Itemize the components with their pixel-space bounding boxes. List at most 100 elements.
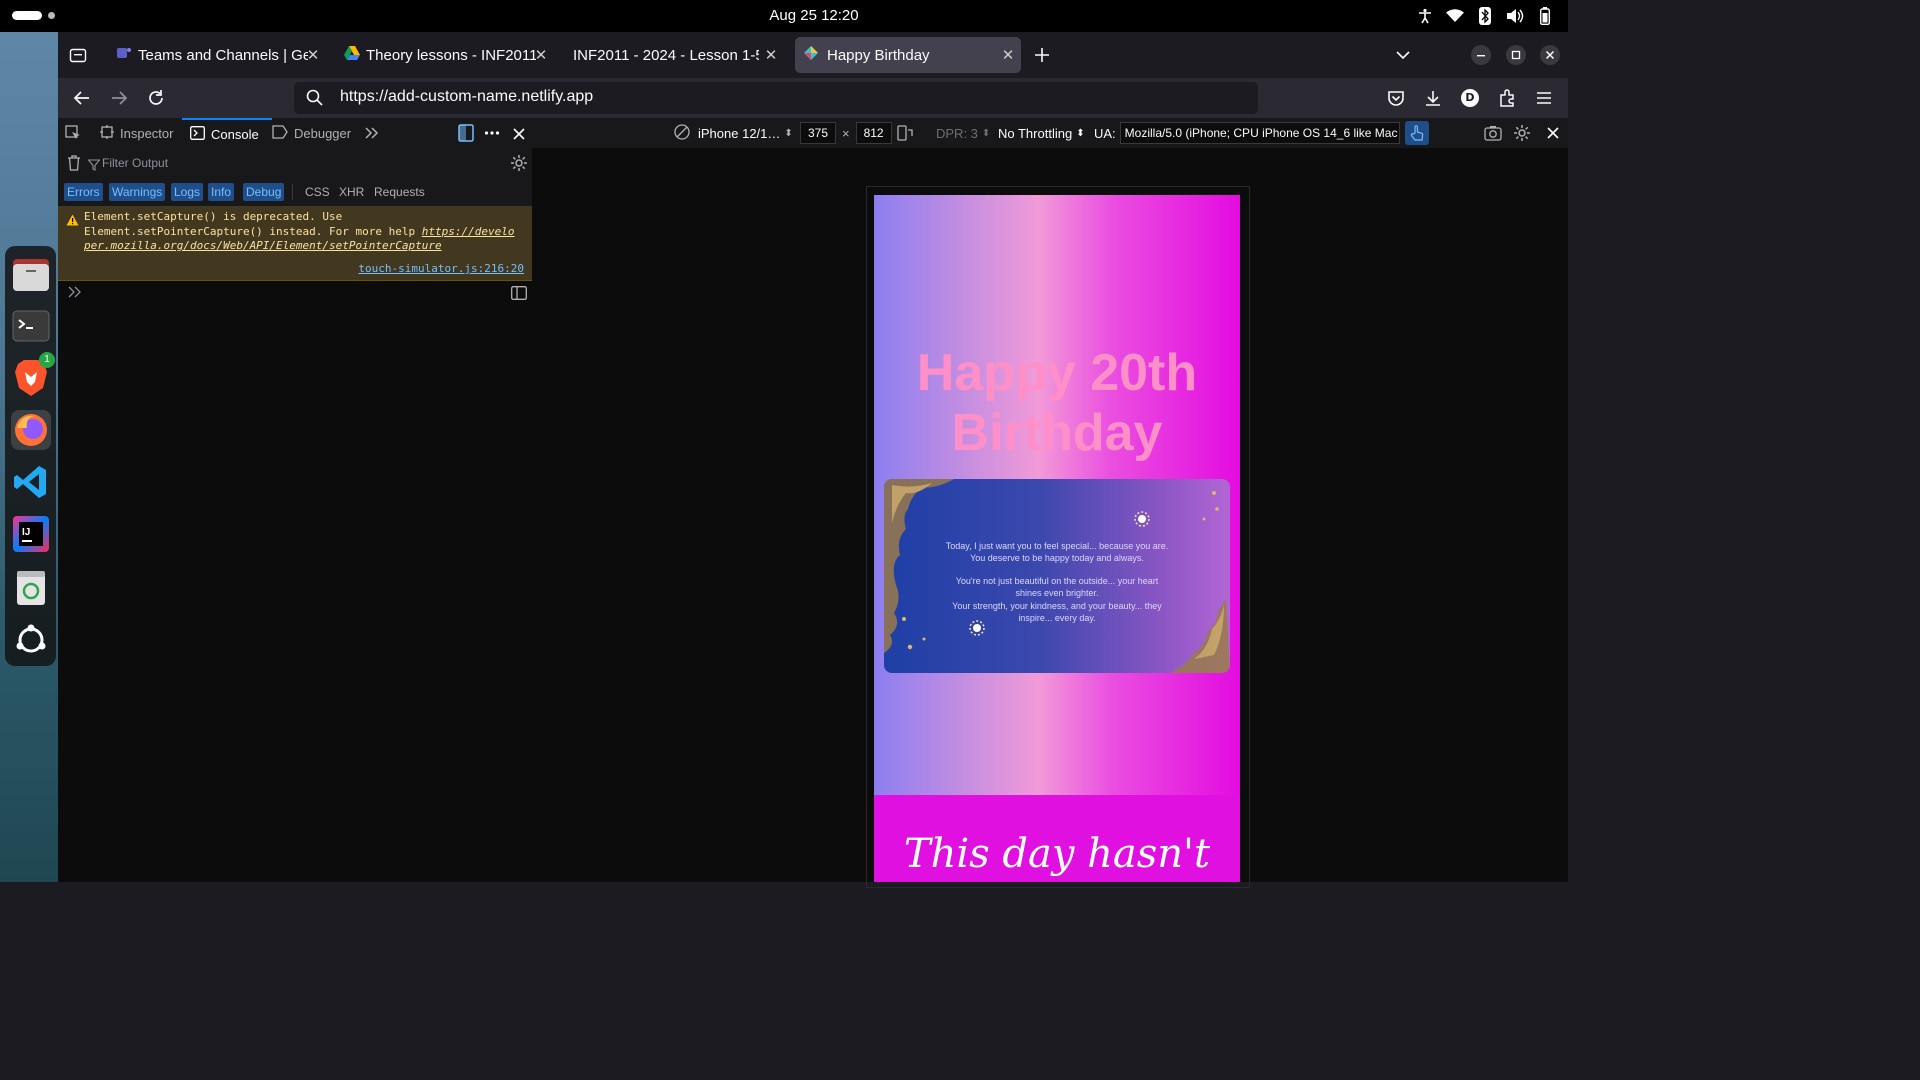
editor-mode-toggle-icon[interactable] (511, 285, 527, 304)
dpr-value: DPR: 3 (936, 125, 978, 141)
filter-errors[interactable]: Errors (64, 183, 103, 201)
filter-output-input[interactable]: Filter Output (102, 156, 168, 170)
log-level-filters: Errors Warnings Logs Info Debug CSS XHR … (58, 178, 532, 207)
brave-browser-icon[interactable]: 1 (11, 352, 55, 398)
touch-simulation-toggle[interactable] (1405, 118, 1429, 148)
trash-icon[interactable] (11, 568, 51, 608)
close-icon[interactable]: ✕ (762, 46, 780, 64)
filter-logs[interactable]: Logs (171, 183, 204, 201)
back-button[interactable] (70, 86, 94, 110)
message-card: Today, I just want you to feel special..… (884, 479, 1230, 673)
close-window-button[interactable] (1538, 43, 1562, 67)
downloads-icon[interactable] (1421, 86, 1445, 110)
filter-css[interactable]: CSS (302, 183, 333, 201)
rdm-settings-gear-icon[interactable] (1513, 118, 1531, 148)
filter-xhr[interactable]: XHR (336, 183, 367, 201)
close-icon[interactable]: ✕ (304, 46, 322, 64)
tab-label: Debugger (294, 125, 352, 141)
more-options-icon[interactable] (484, 125, 500, 145)
url-text[interactable]: https://add-custom-name.netlify.app (340, 88, 593, 106)
list-all-tabs-icon[interactable] (1391, 43, 1415, 67)
pocket-icon[interactable] (1384, 86, 1408, 110)
search-icon (306, 89, 323, 110)
viewport-height-input[interactable]: 812 (855, 122, 892, 144)
tab-happy-birthday[interactable]: Happy Birthday ✕ (795, 37, 1021, 73)
responsive-design-mode-icon[interactable] (456, 123, 476, 147)
inspector-icon (100, 124, 114, 142)
message-line: You deserve to be happy today and always… (970, 553, 1144, 563)
rotate-viewport-button[interactable] (896, 118, 914, 148)
screenshot-camera-icon[interactable] (1484, 118, 1502, 148)
battery-icon[interactable] (1536, 7, 1554, 25)
close-rdm-icon[interactable] (1546, 118, 1560, 148)
birthday-heading: Happy 20th Birthday (916, 344, 1198, 462)
debugger-icon (272, 124, 288, 142)
terminal-app-icon[interactable] (11, 306, 51, 346)
firefox-view-icon[interactable] (66, 43, 90, 67)
warning-source-link[interactable]: touch-simulator.js:216:20 (358, 262, 524, 275)
network-throttling-selector[interactable]: No Throttling ⬍ (998, 118, 1085, 148)
user-agent-input[interactable]: Mozilla/5.0 (iPhone; CPU iPhone OS 14_6 … (1119, 122, 1400, 144)
dpr-selector[interactable]: DPR: 3 ⬍ (936, 118, 990, 148)
extensions-icon[interactable] (1495, 86, 1519, 110)
console-settings-gear-icon[interactable] (510, 154, 528, 176)
tab-inspector[interactable]: Inspector (100, 118, 173, 148)
close-icon[interactable]: ✕ (532, 46, 550, 64)
dropdown-arrows-icon: ⬍ (784, 127, 793, 139)
viewport-width-input[interactable]: 375 (800, 122, 836, 144)
console-warning-message: Element.setCapture() is deprecated. Use … (58, 206, 532, 281)
tab-debugger[interactable]: Debugger (272, 118, 351, 148)
throttling-value: No Throttling (998, 125, 1073, 141)
device-selector[interactable]: iPhone 12/1… ⬍ (674, 118, 793, 148)
close-icon[interactable]: ✕ (999, 46, 1017, 64)
minimize-button[interactable] (1469, 43, 1493, 67)
account-avatar[interactable]: D (1458, 86, 1482, 110)
message-line: Your strength, your kindness, and your b… (952, 601, 1162, 611)
filter-debug[interactable]: Debug (243, 183, 285, 201)
dock: 1 IJ (5, 246, 56, 666)
console-input-chevron-icon[interactable] (68, 284, 82, 303)
address-bar[interactable]: https://add-custom-name.netlify.app (294, 82, 1258, 114)
filter-requests[interactable]: Requests (371, 183, 428, 201)
new-tab-button[interactable] (1030, 43, 1054, 67)
clock[interactable]: Aug 25 12:20 (0, 7, 1628, 24)
accessibility-icon[interactable] (1416, 7, 1434, 25)
devtools-toolbar: Inspector Console Debugger (58, 118, 532, 149)
app-menu-icon[interactable] (1532, 86, 1556, 110)
next-section-heading: This day hasn't (903, 831, 1211, 877)
reload-button[interactable] (144, 86, 168, 110)
volume-icon[interactable] (1506, 7, 1524, 25)
more-tools-chevron-icon[interactable] (364, 125, 380, 145)
clear-console-trash-icon[interactable] (67, 155, 81, 175)
intellij-app-icon[interactable]: IJ (11, 514, 51, 554)
firefox-app-icon[interactable] (11, 410, 51, 450)
ua-label: UA: (1094, 125, 1116, 141)
show-apps-icon[interactable] (11, 620, 51, 660)
notification-badge: 1 (39, 352, 55, 368)
close-devtools-icon[interactable] (512, 126, 526, 145)
tab-inf2011-lesson[interactable]: INF2011 - 2024 - Lesson 1-5-L ✕ (568, 37, 784, 73)
help-link-part-2[interactable]: per.mozilla.org/docs/Web/API/Element/set… (84, 239, 442, 252)
forward-button[interactable] (107, 86, 131, 110)
wifi-icon[interactable] (1446, 7, 1464, 25)
device-name: iPhone 12/1… (698, 125, 781, 141)
teams-icon (116, 45, 132, 65)
tab-title: Happy Birthday (827, 46, 930, 64)
device-icon (674, 123, 690, 143)
tab-title: INF2011 - 2024 - Lesson 1-5-L (573, 46, 759, 64)
filter-info[interactable]: Info (208, 183, 235, 201)
files-app-icon[interactable] (11, 254, 51, 294)
tab-label: Inspector (120, 125, 174, 141)
element-picker-icon[interactable] (65, 125, 81, 145)
console-icon (190, 125, 205, 143)
tab-theory-lessons[interactable]: Theory lessons - INF2011: ✕ (340, 37, 554, 73)
message-line: inspire... every day. (1018, 613, 1096, 623)
restore-button[interactable] (1504, 43, 1528, 67)
bluetooth-icon[interactable] (1476, 7, 1494, 25)
tab-console[interactable]: Console (182, 118, 272, 148)
tab-teams[interactable]: Teams and Channels | Ger ✕ (110, 37, 326, 73)
help-link-part-1[interactable]: https://develo (422, 225, 515, 238)
system-tray[interactable] (1416, 7, 1554, 25)
filter-warnings[interactable]: Warnings (109, 183, 166, 201)
vscode-app-icon[interactable] (11, 462, 51, 502)
